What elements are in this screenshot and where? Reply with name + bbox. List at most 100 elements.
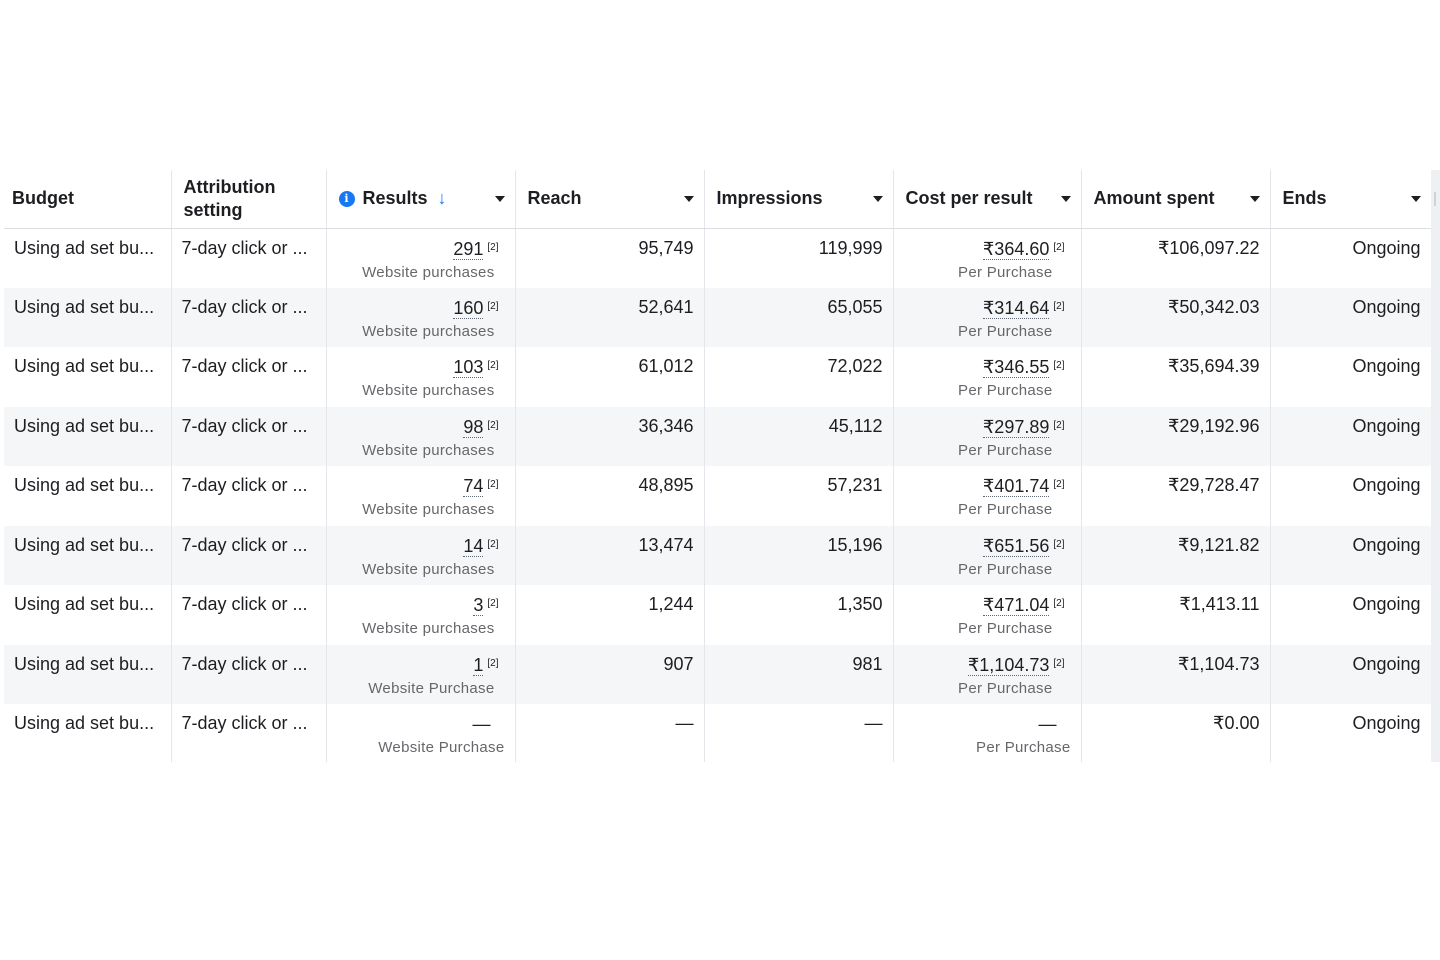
reach-cell[interactable]: 61,012 <box>515 347 705 407</box>
results-value[interactable]: 3 <box>473 595 484 616</box>
table-row[interactable]: Using ad set bu... 7-day click or ... 1[… <box>4 644 1431 704</box>
results-value[interactable]: 74 <box>463 476 484 497</box>
cost-per-result-value[interactable]: — <box>1039 714 1057 734</box>
caret-down-icon[interactable] <box>872 195 883 202</box>
cost-per-result-cell[interactable]: ₹471.04 [2] Per Purchase <box>893 585 1082 645</box>
budget-cell[interactable]: Using ad set bu... <box>4 347 172 407</box>
cost-per-result-value[interactable]: ₹651.56 <box>982 535 1050 557</box>
ends-cell[interactable]: Ongoing <box>1270 406 1431 466</box>
info-icon[interactable]: i <box>338 190 355 207</box>
column-header-amount-spent[interactable]: Amount spent <box>1081 170 1271 229</box>
column-header-budget[interactable]: Budget <box>4 170 172 229</box>
budget-cell[interactable]: Using ad set bu... <box>4 287 172 347</box>
table-row[interactable]: Using ad set bu... 7-day click or ... 10… <box>4 347 1431 407</box>
impressions-cell[interactable]: 981 <box>704 644 894 704</box>
amount-spent-cell[interactable]: ₹106,097.22 <box>1081 228 1271 288</box>
column-header-results[interactable]: i Results ↓ <box>326 170 516 229</box>
results-cell[interactable]: 98 [2] Website purchases <box>326 406 516 466</box>
amount-spent-cell[interactable]: ₹0.00 <box>1081 704 1271 762</box>
cost-per-result-cell[interactable]: ₹314.64 [2] Per Purchase <box>893 287 1082 347</box>
results-cell[interactable]: 1 [2] Website Purchase <box>326 644 516 704</box>
cost-per-result-value[interactable]: ₹471.04 <box>982 595 1050 616</box>
reach-cell[interactable]: 907 <box>515 644 705 704</box>
budget-cell[interactable]: Using ad set bu... <box>4 644 172 704</box>
impressions-cell[interactable]: 1,350 <box>704 585 894 645</box>
amount-spent-cell[interactable]: ₹29,192.96 <box>1081 406 1271 466</box>
cost-per-result-value[interactable]: ₹401.74 <box>982 476 1050 497</box>
impressions-cell[interactable]: 57,231 <box>704 466 894 526</box>
amount-spent-cell[interactable]: ₹29,728.47 <box>1081 466 1271 526</box>
cost-per-result-cell[interactable]: ₹346.55 [2] Per Purchase <box>893 347 1082 407</box>
table-row[interactable]: Using ad set bu... 7-day click or ... 98… <box>4 406 1431 466</box>
results-value[interactable]: 14 <box>463 535 484 557</box>
ends-cell[interactable]: Ongoing <box>1270 525 1431 585</box>
budget-cell[interactable]: Using ad set bu... <box>4 585 172 645</box>
attribution-cell[interactable]: 7-day click or ... <box>171 525 327 585</box>
caret-down-icon[interactable] <box>494 195 505 202</box>
reach-cell[interactable]: 36,346 <box>515 406 705 466</box>
ends-cell[interactable]: Ongoing <box>1270 347 1431 407</box>
reach-cell[interactable]: 95,749 <box>515 228 705 288</box>
results-value[interactable]: 160 <box>453 297 484 319</box>
table-row[interactable]: Using ad set bu... 7-day click or ... 14… <box>4 525 1431 585</box>
reach-cell[interactable]: 52,641 <box>515 287 705 347</box>
ends-cell[interactable]: Ongoing <box>1270 287 1431 347</box>
results-cell[interactable]: 103 [2] Website purchases <box>326 347 516 407</box>
amount-spent-cell[interactable]: ₹1,104.73 <box>1081 644 1271 704</box>
column-header-impressions[interactable]: Impressions <box>704 170 894 229</box>
results-cell[interactable]: 74 [2] Website purchases <box>326 466 516 526</box>
table-row[interactable]: Using ad set bu... 7-day click or ... 3[… <box>4 585 1431 645</box>
cost-per-result-cell[interactable]: ₹297.89 [2] Per Purchase <box>893 406 1082 466</box>
column-header-reach[interactable]: Reach <box>515 170 705 229</box>
budget-cell[interactable]: Using ad set bu... <box>4 525 172 585</box>
attribution-cell[interactable]: 7-day click or ... <box>171 347 327 407</box>
table-row[interactable]: Using ad set bu... 7-day click or ... — … <box>4 704 1431 762</box>
table-row[interactable]: Using ad set bu... 7-day click or ... 74… <box>4 466 1431 526</box>
amount-spent-cell[interactable]: ₹1,413.11 <box>1081 585 1271 645</box>
results-cell[interactable]: 160 [2] Website purchases <box>326 287 516 347</box>
cost-per-result-cell[interactable]: ₹401.74 [2] Per Purchase <box>893 466 1082 526</box>
sort-descending-icon[interactable]: ↓ <box>438 188 447 209</box>
attribution-cell[interactable]: 7-day click or ... <box>171 704 327 762</box>
caret-down-icon[interactable] <box>1249 195 1260 202</box>
resize-handle[interactable] <box>1434 192 1436 206</box>
impressions-cell[interactable]: 72,022 <box>704 347 894 407</box>
results-value[interactable]: 291 <box>453 238 484 260</box>
attribution-cell[interactable]: 7-day click or ... <box>171 287 327 347</box>
results-cell[interactable]: 3 [2] Website purchases <box>326 585 516 645</box>
column-header-ends[interactable]: Ends <box>1270 170 1431 229</box>
cost-per-result-cell[interactable]: ₹364.60 [2] Per Purchase <box>893 228 1082 288</box>
results-value[interactable]: 98 <box>463 416 484 438</box>
ends-cell[interactable]: Ongoing <box>1270 466 1431 526</box>
budget-cell[interactable]: Using ad set bu... <box>4 466 172 526</box>
ends-cell[interactable]: Ongoing <box>1270 585 1431 645</box>
attribution-cell[interactable]: 7-day click or ... <box>171 644 327 704</box>
cost-per-result-value[interactable]: ₹297.89 <box>982 416 1050 438</box>
table-row[interactable]: Using ad set bu... 7-day click or ... 29… <box>4 228 1431 288</box>
amount-spent-cell[interactable]: ₹50,342.03 <box>1081 287 1271 347</box>
caret-down-icon[interactable] <box>1060 195 1071 202</box>
reach-cell[interactable]: 13,474 <box>515 525 705 585</box>
attribution-cell[interactable]: 7-day click or ... <box>171 228 327 288</box>
reach-cell[interactable]: — <box>515 704 705 762</box>
budget-cell[interactable]: Using ad set bu... <box>4 406 172 466</box>
reach-cell[interactable]: 1,244 <box>515 585 705 645</box>
cost-per-result-value[interactable]: ₹346.55 <box>982 357 1050 378</box>
impressions-cell[interactable]: 45,112 <box>704 406 894 466</box>
horizontal-scroll-edge[interactable] <box>1431 170 1440 762</box>
column-header-attribution-setting[interactable]: Attribution setting <box>171 170 327 229</box>
attribution-cell[interactable]: 7-day click or ... <box>171 466 327 526</box>
budget-cell[interactable]: Using ad set bu... <box>4 704 172 762</box>
ends-cell[interactable]: Ongoing <box>1270 644 1431 704</box>
impressions-cell[interactable]: 119,999 <box>704 228 894 288</box>
results-cell[interactable]: 14 [2] Website purchases <box>326 525 516 585</box>
cost-per-result-value[interactable]: ₹364.60 <box>982 238 1050 260</box>
amount-spent-cell[interactable]: ₹9,121.82 <box>1081 525 1271 585</box>
results-value[interactable]: 1 <box>473 654 484 676</box>
table-row[interactable]: Using ad set bu... 7-day click or ... 16… <box>4 287 1431 347</box>
reach-cell[interactable]: 48,895 <box>515 466 705 526</box>
caret-down-icon[interactable] <box>1410 195 1421 202</box>
cost-per-result-value[interactable]: ₹314.64 <box>982 297 1050 319</box>
ends-cell[interactable]: Ongoing <box>1270 228 1431 288</box>
ends-cell[interactable]: Ongoing <box>1270 704 1431 762</box>
